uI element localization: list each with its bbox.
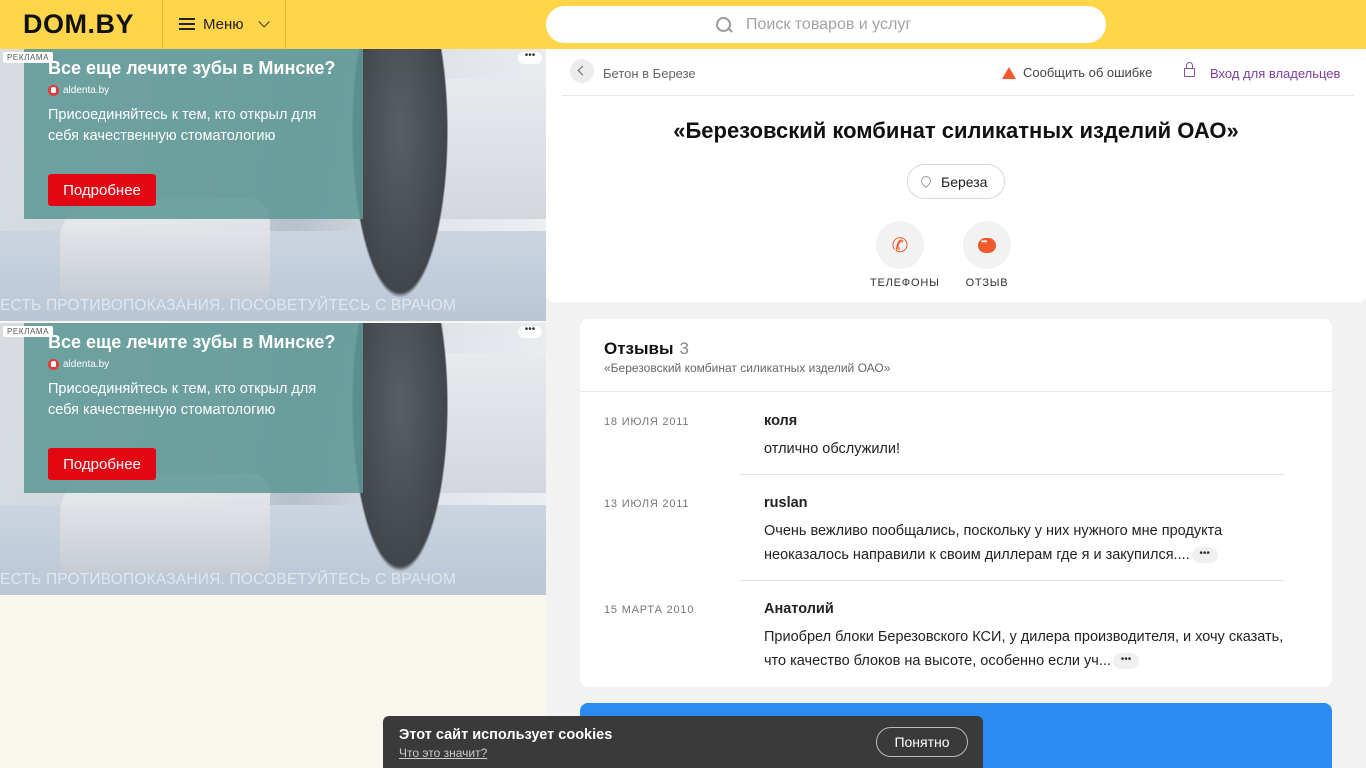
ad-text-panel: Все еще лечите зубы в Минске? aldenta.by… bbox=[24, 323, 363, 493]
menu-label: Меню bbox=[203, 15, 244, 33]
ad-badge: РЕКЛАМА bbox=[3, 52, 54, 63]
reviews-subtitle: «Березовский комбинат силикатных изделий… bbox=[604, 361, 891, 375]
search-bar[interactable] bbox=[546, 6, 1106, 43]
phone-icon: ✆ bbox=[876, 221, 924, 269]
menu-button[interactable]: Меню bbox=[162, 0, 286, 48]
tooth-icon bbox=[48, 359, 59, 370]
reviews-card: Отзывы 3 «Березовский комбинат силикатных… bbox=[580, 319, 1332, 687]
reviews-count: 3 bbox=[679, 339, 689, 358]
ad-badge: РЕКЛАМА bbox=[3, 326, 54, 337]
cookie-title: Этот сайт использует cookies bbox=[399, 727, 613, 743]
ad-site: aldenta.by bbox=[63, 85, 110, 96]
divider bbox=[562, 95, 1354, 96]
ad-description: Присоединяйтесь к тем, кто открыл для се… bbox=[48, 381, 317, 418]
review-author: ruslan bbox=[764, 495, 808, 511]
chevron-down-icon bbox=[258, 16, 270, 28]
breadcrumb[interactable]: Бетон в Березе bbox=[603, 66, 696, 81]
cookie-accept-button[interactable]: Понятно bbox=[876, 727, 968, 757]
review-text: Очень вежливо пообщались, поскольку у ни… bbox=[764, 523, 1223, 564]
review-date: 18 ИЮЛЯ 2011 bbox=[604, 416, 690, 428]
city-chip[interactable]: Береза bbox=[907, 164, 1005, 199]
report-error-label: Сообщить об ошибке bbox=[1023, 65, 1153, 80]
divider bbox=[740, 580, 1284, 581]
reviews-title-label: Отзывы bbox=[604, 339, 674, 358]
ad-text-panel: Все еще лечите зубы в Минске? aldenta.by… bbox=[24, 49, 363, 219]
review-text: Приобрел блоки Березовского КСИ, у дилер… bbox=[764, 629, 1284, 670]
divider bbox=[740, 474, 1284, 475]
phones-action[interactable]: ✆ ТЕЛЕФОНЫ bbox=[870, 221, 940, 289]
divider bbox=[580, 391, 1332, 392]
ad-headline: Все еще лечите зубы в Минске? bbox=[48, 332, 336, 352]
company-card: Бетон в Березе Сообщить об ошибке Вход д… bbox=[546, 49, 1366, 302]
cookie-banner: Этот сайт использует cookies Что это зна… bbox=[383, 716, 983, 768]
review-author: Анатолий bbox=[764, 601, 834, 617]
top-bar: DOM.BY Меню bbox=[0, 0, 1366, 49]
hamburger-icon bbox=[179, 18, 195, 30]
reviews-title: Отзывы 3 bbox=[604, 339, 689, 359]
site-logo[interactable]: DOM.BY bbox=[23, 9, 134, 40]
ad-cta-button[interactable]: Подробнее bbox=[48, 448, 156, 480]
expand-review-button[interactable]: ••• bbox=[1112, 653, 1139, 670]
ad-cta-button[interactable]: Подробнее bbox=[48, 174, 156, 206]
ad-headline: Все еще лечите зубы в Минске? bbox=[48, 58, 336, 78]
lock-icon bbox=[1184, 62, 1195, 77]
cookie-info-link[interactable]: Что это значит? bbox=[399, 746, 487, 760]
page-title: «Березовский комбинат силикатных изделий… bbox=[673, 118, 1239, 143]
expand-review-button[interactable]: ••• bbox=[1191, 547, 1218, 564]
review-text: отлично обслужили! bbox=[764, 441, 901, 457]
ad-disclaimer: ЕСТЬ ПРОТИВОПОКАЗАНИЯ. ПОСОВЕТУЙТЕСЬ С В… bbox=[0, 297, 457, 314]
location-pin-icon bbox=[918, 173, 934, 188]
ad-description: Присоединяйтесь к тем, кто открыл для се… bbox=[48, 107, 317, 144]
search-icon bbox=[716, 16, 732, 33]
ad-disclaimer: ЕСТЬ ПРОТИВОПОКАЗАНИЯ. ПОСОВЕТУЙТЕСЬ С В… bbox=[0, 571, 457, 588]
owner-login-link[interactable]: Вход для владельцев bbox=[1210, 66, 1340, 81]
chat-bubble-icon bbox=[963, 221, 1011, 269]
ad-banner[interactable]: Все еще лечите зубы в Минске? aldenta.by… bbox=[0, 323, 546, 595]
city-label: Береза bbox=[941, 173, 988, 190]
review-author: коля bbox=[764, 413, 798, 429]
phones-label: ТЕЛЕФОНЫ bbox=[870, 277, 940, 289]
review-date: 15 МАРТА 2010 bbox=[604, 604, 695, 616]
tooth-icon bbox=[48, 85, 59, 96]
review-label: ОТЗЫВ bbox=[965, 277, 1009, 289]
report-error-link[interactable]: Сообщить об ошибке bbox=[1002, 65, 1152, 80]
ad-site: aldenta.by bbox=[63, 359, 110, 370]
review-date: 13 ИЮЛЯ 2011 bbox=[604, 498, 690, 510]
warning-icon bbox=[1002, 66, 1016, 79]
ad-banner[interactable]: Все еще лечите зубы в Минске? aldenta.by… bbox=[0, 49, 546, 321]
ad-column: Все еще лечите зубы в Минске? aldenta.by… bbox=[0, 49, 546, 768]
review-action[interactable]: ОТЗЫВ bbox=[957, 221, 1017, 289]
more-options-icon[interactable]: ••• bbox=[518, 325, 542, 338]
back-button[interactable] bbox=[570, 59, 594, 83]
search-input[interactable] bbox=[746, 15, 936, 34]
more-options-icon[interactable]: ••• bbox=[518, 51, 542, 64]
